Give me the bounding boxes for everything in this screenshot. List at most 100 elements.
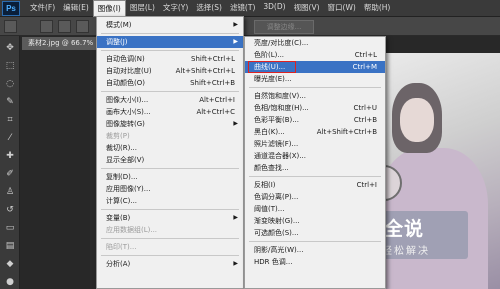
menu-item[interactable]: 画布大小(S)... Alt+Ctrl+C xyxy=(97,106,243,118)
menu-item[interactable]: 应用图像(Y)... xyxy=(97,183,243,195)
menu-item-label: 图像大小(I)... xyxy=(106,96,149,104)
dodge-tool-icon[interactable]: ● xyxy=(4,276,16,288)
menu-item-label: 反相(I) xyxy=(254,181,276,189)
menu-item[interactable]: 照片滤镜(F)... xyxy=(245,138,385,150)
menu-item[interactable]: 裁切(R)... xyxy=(97,142,243,154)
menu-item-shortcut: Alt+Ctrl+C xyxy=(196,108,235,116)
menu-separator xyxy=(101,238,239,239)
menu-item[interactable]: 阴影/高光(W)... xyxy=(245,244,385,256)
brush-tool-icon[interactable]: ✐ xyxy=(4,168,16,180)
menu-item[interactable]: 色调分离(P)... xyxy=(245,191,385,203)
document-tab[interactable]: 素材2.jpg @ 66.7% xyxy=(22,37,98,50)
move-tool-icon[interactable]: ✥ xyxy=(4,42,16,54)
eyedropper-tool-icon[interactable]: ⁄ xyxy=(4,132,16,144)
menu-item-shortcut: Alt+Shift+Ctrl+B xyxy=(316,128,377,136)
menu-item-shortcut: Ctrl+I xyxy=(356,181,377,189)
menu-item-label: 变量(B) xyxy=(106,214,131,222)
menu-item-label: 应用图像(Y)... xyxy=(106,185,151,193)
menu-item-shortcut: Shift+Ctrl+B xyxy=(190,79,235,87)
menu-item-label: 颜色查找... xyxy=(254,164,289,172)
menu-item-label: 色相/饱和度(H)... xyxy=(254,104,309,112)
menu-separator xyxy=(101,209,239,210)
menu-item-label: 色调分离(P)... xyxy=(254,193,299,201)
menu-item[interactable]: 复制(D)... xyxy=(97,171,243,183)
healing-tool-icon[interactable]: ✚ xyxy=(4,150,16,162)
menu-item: 陷印(T)... xyxy=(97,241,243,253)
menu-item[interactable]: 分析(A) ▶ xyxy=(97,258,243,270)
gradient-tool-icon[interactable]: ▤ xyxy=(4,240,16,252)
menu-item-label: 自然饱和度(V)... xyxy=(254,92,306,100)
menubar-item[interactable]: 文件(F) xyxy=(26,0,59,17)
menu-item[interactable]: 亮度/对比度(C)... xyxy=(245,37,385,49)
menu-item[interactable]: 色阶(L)... Ctrl+L xyxy=(245,49,385,61)
menubar-item[interactable]: 图像(I) xyxy=(92,0,126,17)
brush-subtract-icon[interactable] xyxy=(76,20,89,33)
menubar-item[interactable]: 窗口(W) xyxy=(324,0,360,17)
menu-item[interactable]: 黑白(K)... Alt+Shift+Ctrl+B xyxy=(245,126,385,138)
menu-item-label: 可选颜色(S)... xyxy=(254,229,299,237)
menu-item-label: 分析(A) xyxy=(106,260,131,268)
menubar-item[interactable]: 图层(L) xyxy=(126,0,159,17)
menu-item-label: 图像旋转(G) xyxy=(106,120,145,128)
menu-item[interactable]: 变量(B) ▶ xyxy=(97,212,243,224)
menu-item[interactable]: 计算(C)... xyxy=(97,195,243,207)
menu-item-label: 模式(M) xyxy=(106,21,132,29)
crop-tool-icon[interactable]: ⌗ xyxy=(4,114,16,126)
menu-item[interactable]: 模式(M) ▶ xyxy=(97,19,243,31)
menu-separator xyxy=(101,91,239,92)
menu-item[interactable]: 图像旋转(G) ▶ xyxy=(97,118,243,130)
menu-item[interactable]: 阈值(T)... xyxy=(245,203,385,215)
menubar-item[interactable]: 滤镜(T) xyxy=(226,0,259,17)
quick-select-tool-icon[interactable]: ✎ xyxy=(4,96,16,108)
menu-item[interactable]: 自动对比度(U) Alt+Shift+Ctrl+L xyxy=(97,65,243,77)
menu-separator xyxy=(101,33,239,34)
menubar-item[interactable]: 3D(D) xyxy=(259,0,289,17)
brush-add-icon[interactable] xyxy=(58,20,71,33)
menubar-item[interactable]: 文字(Y) xyxy=(159,0,192,17)
menu-item-label: 渐变映射(G)... xyxy=(254,217,300,225)
submenu-arrow-icon: ▶ xyxy=(233,260,238,267)
menu-item[interactable]: 可选颜色(S)... xyxy=(245,227,385,239)
menubar-item[interactable]: 帮助(H) xyxy=(360,0,395,17)
menu-item-label: 调整(J) xyxy=(106,38,128,46)
menu-item[interactable]: 自动色调(N) Shift+Ctrl+L xyxy=(97,53,243,65)
history-brush-tool-icon[interactable]: ↺ xyxy=(4,204,16,216)
options-bar: 调整边缘... xyxy=(0,17,500,36)
menu-item[interactable]: 渐变映射(G)... xyxy=(245,215,385,227)
menu-item[interactable]: 反相(I) Ctrl+I xyxy=(245,179,385,191)
photoshop-logo: Ps xyxy=(2,0,20,16)
menu-item-label: 亮度/对比度(C)... xyxy=(254,39,309,47)
menu-item-label: 色彩平衡(B)... xyxy=(254,116,299,124)
menu-item-shortcut: Ctrl+L xyxy=(354,51,377,59)
menu-item-label: 阈值(T)... xyxy=(254,205,285,213)
menubar-item[interactable]: 视图(V) xyxy=(290,0,324,17)
menubar-item[interactable]: 编辑(E) xyxy=(59,0,93,17)
menu-item[interactable]: 颜色查找... xyxy=(245,162,385,174)
blur-tool-icon[interactable]: ◆ xyxy=(4,258,16,270)
stamp-tool-icon[interactable]: ♙ xyxy=(4,186,16,198)
marquee-tool-icon[interactable]: ⬚ xyxy=(4,60,16,72)
adjust-edge-button[interactable]: 调整边缘... xyxy=(254,20,314,34)
menu-item[interactable]: 色彩平衡(B)... Ctrl+B xyxy=(245,114,385,126)
menu-item[interactable]: 自然饱和度(V)... xyxy=(245,90,385,102)
menu-item-shortcut: Ctrl+B xyxy=(353,116,377,124)
menu-item-label: 复制(D)... xyxy=(106,173,138,181)
menu-item: 裁剪(P) xyxy=(97,130,243,142)
menu-item[interactable]: HDR 色调... xyxy=(245,256,385,268)
eraser-tool-icon[interactable]: ▭ xyxy=(4,222,16,234)
menu-item[interactable]: 自动颜色(O) Shift+Ctrl+B xyxy=(97,77,243,89)
lasso-tool-icon[interactable]: ◌ xyxy=(4,78,16,90)
menu-item[interactable]: 通道混合器(X)... xyxy=(245,150,385,162)
brush-mode-icon[interactable] xyxy=(40,20,53,33)
menu-item-label: 自动色调(N) xyxy=(106,55,145,63)
menubar-item[interactable]: 选择(S) xyxy=(192,0,226,17)
menu-item[interactable]: 显示全部(V) xyxy=(97,154,243,166)
menu-item[interactable]: 图像大小(I)... Alt+Ctrl+I xyxy=(97,94,243,106)
submenu-arrow-icon: ▶ xyxy=(233,38,238,45)
tool-preset-icon[interactable] xyxy=(4,20,17,33)
menu-item[interactable]: 曝光度(E)... xyxy=(245,73,385,85)
menu-item-label: 应用数据组(L)... xyxy=(106,226,158,234)
menu-item[interactable]: 色相/饱和度(H)... Ctrl+U xyxy=(245,102,385,114)
menu-separator xyxy=(101,255,239,256)
menu-item[interactable]: 调整(J) ▶ xyxy=(97,36,243,48)
